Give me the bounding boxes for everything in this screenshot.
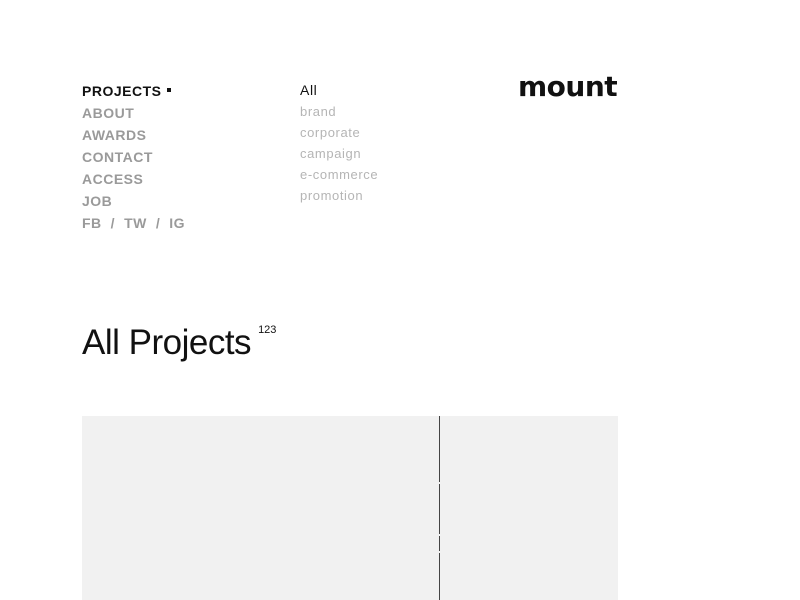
nav-item-access[interactable]: ACCESS xyxy=(82,168,282,190)
category-brand[interactable]: brand xyxy=(300,101,480,122)
nav-item-job[interactable]: JOB xyxy=(82,190,282,212)
grid-divider xyxy=(439,416,440,600)
project-count: 123 xyxy=(258,324,277,336)
nav-item-awards[interactable]: AWARDS xyxy=(82,124,282,146)
nav-item-label: ACCESS xyxy=(82,171,144,187)
main-nav: PROJECTS ABOUT AWARDS CONTACT ACCESS JOB… xyxy=(82,80,282,234)
category-campaign[interactable]: campaign xyxy=(300,143,480,164)
page-title: All Projects xyxy=(82,323,252,362)
nav-item-label: JOB xyxy=(82,193,113,209)
project-card[interactable] xyxy=(82,416,439,600)
nav-item-label: PROJECTS xyxy=(82,83,162,99)
page-header: All Projects 123 xyxy=(82,322,276,364)
divider-gap xyxy=(437,482,442,484)
category-filter: All brand corporate campaign e-commerce … xyxy=(300,80,480,206)
category-corporate[interactable]: corporate xyxy=(300,122,480,143)
instagram-link[interactable]: IG xyxy=(169,212,185,234)
nav-item-label: CONTACT xyxy=(82,149,153,165)
site-logo[interactable]: mount xyxy=(518,70,618,103)
active-square-icon xyxy=(167,88,172,93)
nav-item-label: ABOUT xyxy=(82,105,135,121)
social-separator: / xyxy=(110,215,116,231)
nav-item-label: AWARDS xyxy=(82,127,147,143)
divider-gap xyxy=(437,534,442,536)
project-grid xyxy=(82,416,618,600)
social-separator: / xyxy=(155,215,161,231)
nav-item-contact[interactable]: CONTACT xyxy=(82,146,282,168)
divider-gap xyxy=(437,551,442,553)
category-promotion[interactable]: promotion xyxy=(300,185,480,206)
nav-item-about[interactable]: ABOUT xyxy=(82,102,282,124)
social-links: FB / TW / IG xyxy=(82,212,282,234)
category-all[interactable]: All xyxy=(300,80,480,101)
nav-item-projects[interactable]: PROJECTS xyxy=(82,80,282,102)
project-card[interactable] xyxy=(440,416,618,600)
twitter-link[interactable]: TW xyxy=(124,212,147,234)
facebook-link[interactable]: FB xyxy=(82,212,102,234)
category-e-commerce[interactable]: e-commerce xyxy=(300,164,480,185)
